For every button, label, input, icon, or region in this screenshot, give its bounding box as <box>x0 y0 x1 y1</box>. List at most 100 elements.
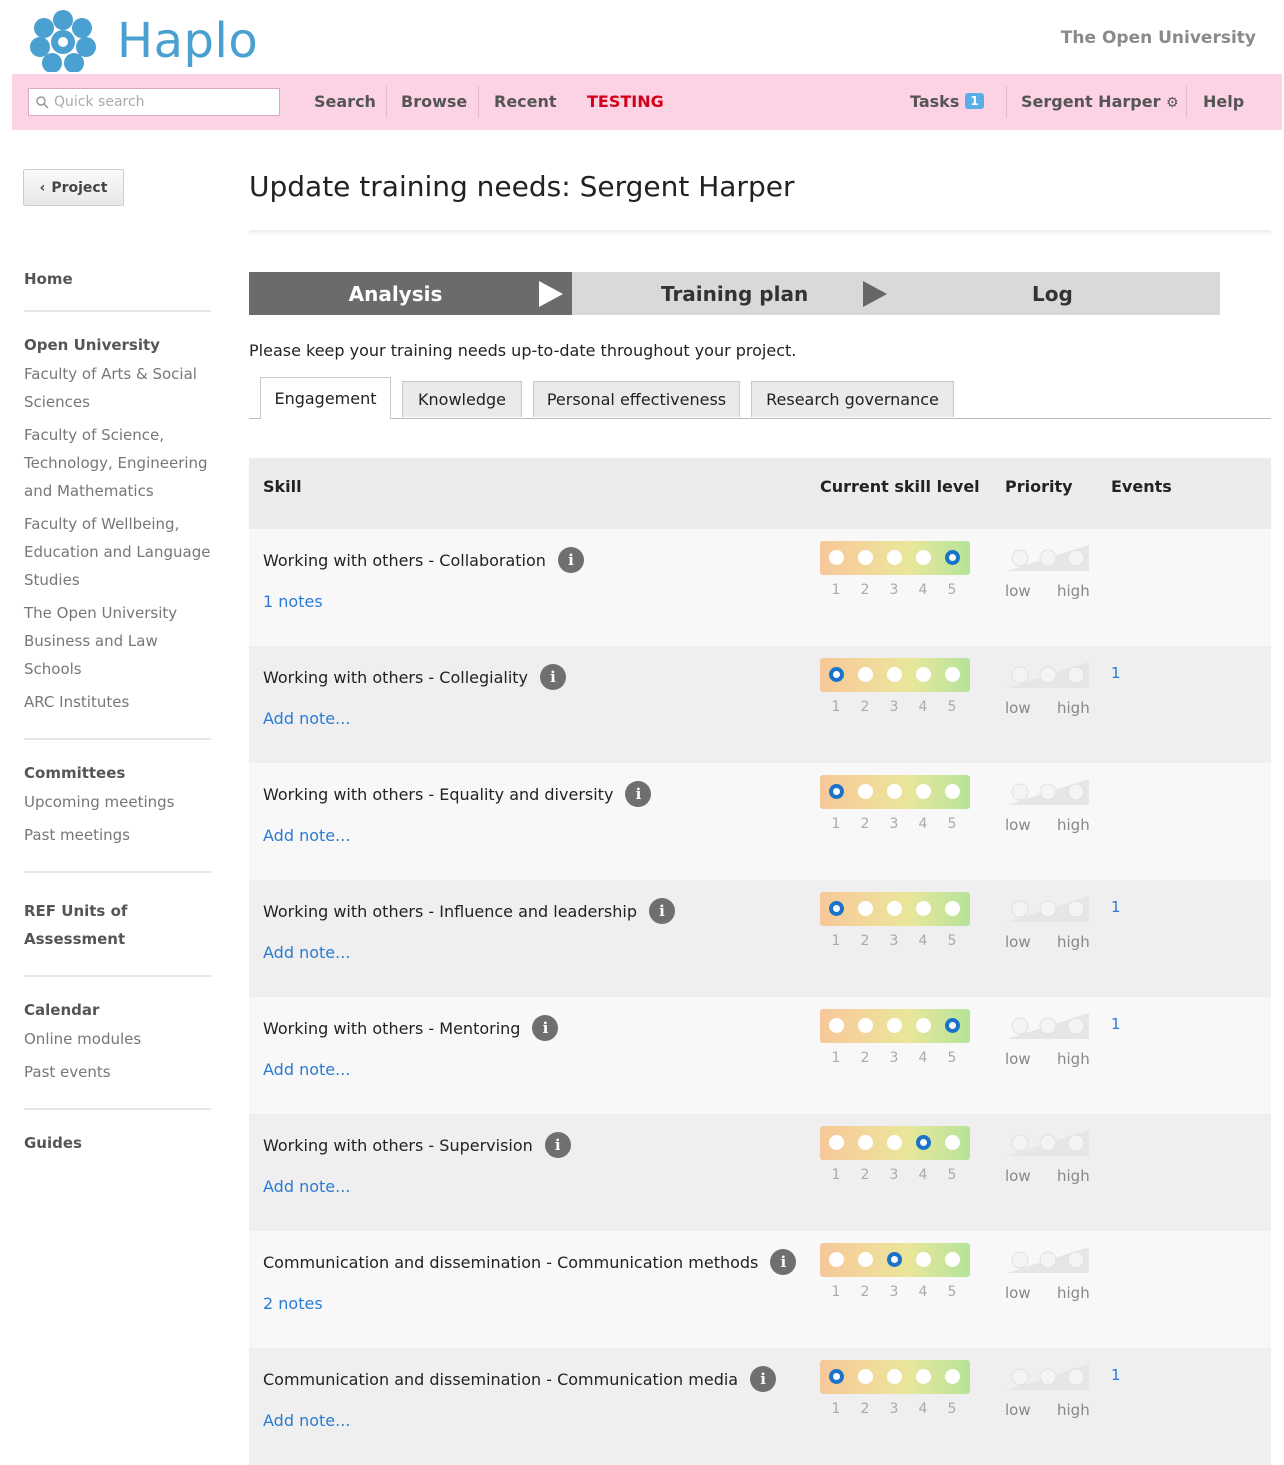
nav-testing[interactable]: TESTING <box>587 92 664 111</box>
tab-engagement[interactable]: Engagement <box>260 377 391 419</box>
step-training-plan[interactable]: Training plan <box>661 272 808 315</box>
skill-level-radio-3[interactable] <box>887 1135 902 1150</box>
sidebar-home[interactable]: Home <box>24 270 214 288</box>
sidebar-item-upcoming-meetings[interactable]: Upcoming meetings <box>24 788 214 816</box>
priority-slider[interactable] <box>1005 894 1091 924</box>
tab-research-governance[interactable]: Research governance <box>751 381 954 417</box>
priority-slider[interactable] <box>1005 1245 1091 1275</box>
skill-level-radio-1[interactable] <box>829 667 844 682</box>
tab-personal-effectiveness[interactable]: Personal effectiveness <box>533 381 740 417</box>
nav-recent[interactable]: Recent <box>494 92 557 111</box>
skill-level-radio-4[interactable] <box>916 901 931 916</box>
sidebar-item-arts[interactable]: Faculty of Arts & Social Sciences <box>24 360 214 416</box>
priority-slider[interactable] <box>1005 660 1091 690</box>
skill-level-radio-2[interactable] <box>858 901 873 916</box>
skill-level-radio-1[interactable] <box>829 1252 844 1267</box>
quick-search[interactable] <box>28 88 280 116</box>
sidebar-item-arc-institutes[interactable]: ARC Institutes <box>24 688 214 716</box>
sidebar-guides[interactable]: Guides <box>24 1134 214 1152</box>
sidebar-item-online-modules[interactable]: Online modules <box>24 1025 214 1053</box>
skill-level-radio-5[interactable] <box>945 1252 960 1267</box>
skill-level-radio-5[interactable] <box>945 1369 960 1384</box>
events-count-link[interactable]: 1 <box>1111 1015 1121 1033</box>
nav-user-menu[interactable]: Sergent Harper ⚙ <box>1021 92 1179 111</box>
priority-slider[interactable] <box>1005 1362 1091 1392</box>
skill-level-radio-4[interactable] <box>916 667 931 682</box>
nav-search[interactable]: Search <box>314 92 376 111</box>
priority-slider[interactable] <box>1005 1011 1091 1041</box>
skill-level-radio-3[interactable] <box>887 550 902 565</box>
info-icon[interactable]: i <box>750 1366 777 1392</box>
skill-level-radio-4[interactable] <box>916 1018 931 1033</box>
sidebar-item-stem[interactable]: Faculty of Science, Technology, Engineer… <box>24 421 214 505</box>
skill-level-radio-3[interactable] <box>887 1018 902 1033</box>
skill-level-radio-5[interactable] <box>945 1135 960 1150</box>
note-link[interactable]: Add note... <box>263 709 350 728</box>
skill-level-radio-2[interactable] <box>858 1018 873 1033</box>
info-icon[interactable]: i <box>540 664 567 690</box>
skill-level-radio-4[interactable] <box>916 1369 931 1384</box>
skill-level-radio-3[interactable] <box>887 1369 902 1384</box>
skill-level-radio-1[interactable] <box>829 1369 844 1384</box>
nav-tasks[interactable]: Tasks 1 <box>910 92 984 111</box>
skill-level-radio-5[interactable] <box>945 784 960 799</box>
events-count-link[interactable]: 1 <box>1111 1366 1121 1384</box>
info-icon[interactable]: i <box>625 781 652 807</box>
note-link[interactable]: Add note... <box>263 943 350 962</box>
tab-knowledge[interactable]: Knowledge <box>402 381 522 417</box>
note-link[interactable]: 2 notes <box>263 1294 323 1313</box>
skill-level-radio-5[interactable] <box>945 667 960 682</box>
haplo-logo-icon[interactable] <box>30 10 96 72</box>
skill-level-radio-5[interactable] <box>945 901 960 916</box>
sidebar-item-past-events[interactable]: Past events <box>24 1058 214 1086</box>
skill-level-radio-2[interactable] <box>858 667 873 682</box>
skill-level-radio-2[interactable] <box>858 550 873 565</box>
note-link[interactable]: Add note... <box>263 1060 350 1079</box>
back-to-project-button[interactable]: ‹ Project <box>23 169 124 206</box>
skill-level-radio-4[interactable] <box>916 1135 931 1150</box>
sidebar-item-past-meetings[interactable]: Past meetings <box>24 821 214 849</box>
note-link[interactable]: Add note... <box>263 1411 350 1430</box>
nav-browse[interactable]: Browse <box>401 92 467 111</box>
skill-level-radio-1[interactable] <box>829 784 844 799</box>
quick-search-input[interactable] <box>52 93 266 111</box>
sidebar-heading-committees[interactable]: Committees <box>24 764 214 782</box>
skill-level-radio-2[interactable] <box>858 1369 873 1384</box>
step-log[interactable]: Log <box>1032 272 1073 315</box>
skill-level-radio-4[interactable] <box>916 1252 931 1267</box>
skill-level-radio-1[interactable] <box>829 1135 844 1150</box>
note-link[interactable]: Add note... <box>263 1177 350 1196</box>
sidebar-heading-ref-units[interactable]: REF Units of Assessment <box>24 897 144 953</box>
skill-level-radio-5[interactable] <box>945 1018 960 1033</box>
skill-level-radio-4[interactable] <box>916 784 931 799</box>
events-count-link[interactable]: 1 <box>1111 898 1121 916</box>
info-icon[interactable]: i <box>557 547 584 573</box>
skill-level-radio-5[interactable] <box>945 550 960 565</box>
skill-level-radio-3[interactable] <box>887 901 902 916</box>
skill-level-radio-1[interactable] <box>829 550 844 565</box>
skill-level-radio-3[interactable] <box>887 1252 902 1267</box>
skill-level-radio-2[interactable] <box>858 1135 873 1150</box>
skill-level-radio-3[interactable] <box>887 667 902 682</box>
info-icon[interactable]: i <box>532 1015 559 1041</box>
events-count-link[interactable]: 1 <box>1111 664 1121 682</box>
note-link[interactable]: Add note... <box>263 826 350 845</box>
skill-level-radio-1[interactable] <box>829 901 844 916</box>
skill-level-radio-1[interactable] <box>829 1018 844 1033</box>
info-icon[interactable]: i <box>544 1132 571 1158</box>
sidebar-item-business-law[interactable]: The Open University Business and Law Sch… <box>24 599 214 683</box>
skill-level-radio-2[interactable] <box>858 784 873 799</box>
priority-slider[interactable] <box>1005 543 1091 573</box>
skill-level-radio-4[interactable] <box>916 550 931 565</box>
step-analysis[interactable]: Analysis <box>249 272 572 315</box>
priority-slider[interactable] <box>1005 1128 1091 1158</box>
sidebar-item-wellbeing[interactable]: Faculty of Wellbeing, Education and Lang… <box>24 510 214 594</box>
skill-level-radio-3[interactable] <box>887 784 902 799</box>
priority-slider[interactable] <box>1005 777 1091 807</box>
brand-name[interactable]: Haplo <box>117 10 258 72</box>
sidebar-heading-calendar[interactable]: Calendar <box>24 1001 214 1019</box>
info-icon[interactable]: i <box>649 898 676 924</box>
skill-level-radio-2[interactable] <box>858 1252 873 1267</box>
nav-help[interactable]: Help <box>1203 92 1244 111</box>
sidebar-heading-open-university[interactable]: Open University <box>24 336 214 354</box>
